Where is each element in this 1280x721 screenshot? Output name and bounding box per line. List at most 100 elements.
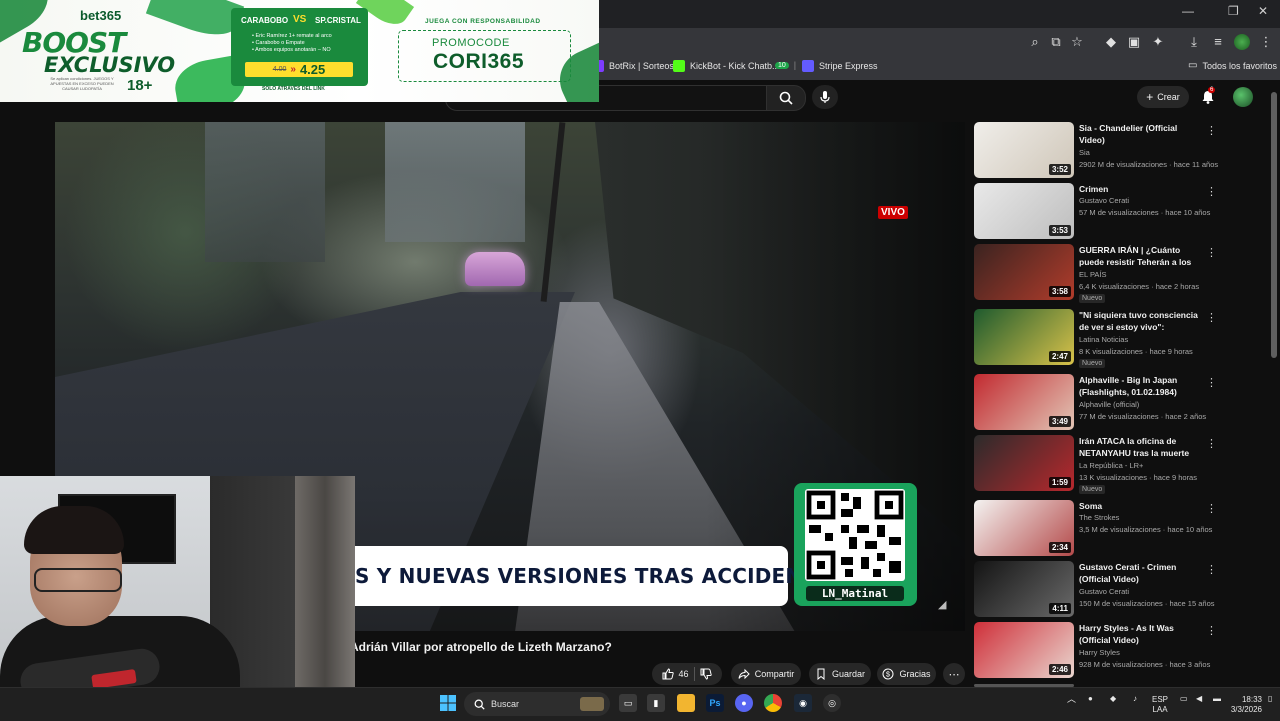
related-video-item[interactable]: 2:46 Harry Styles - As It Was (Official V… bbox=[974, 622, 1224, 680]
video-menu-icon[interactable]: ⋮ bbox=[1206, 311, 1217, 324]
related-video-item[interactable]: 2:34 Soma The Strokes 3,5 M de visualizacio… bbox=[974, 500, 1224, 558]
video-menu-icon[interactable]: ⋮ bbox=[1206, 124, 1217, 137]
taskbar-search[interactable]: Buscar bbox=[464, 692, 610, 716]
video-thumbnail[interactable]: 2:47 bbox=[974, 309, 1074, 365]
bookmark-star-icon[interactable]: ☆ bbox=[1069, 34, 1085, 50]
save-button[interactable]: Guardar bbox=[809, 663, 871, 685]
related-video-title[interactable]: "Ni siquiera tuvo consciencia de ver si … bbox=[1079, 309, 1201, 333]
page-scrollbar[interactable] bbox=[1271, 92, 1277, 358]
bookmark-kickbot[interactable]: KickBot - Kick Chatb... bbox=[673, 60, 780, 72]
plus-icon: + bbox=[1146, 90, 1154, 104]
like-button[interactable]: 46 bbox=[662, 668, 689, 680]
related-video-channel[interactable]: EL PAÍS bbox=[1079, 270, 1107, 279]
close-window-button[interactable]: ✕ bbox=[1258, 4, 1268, 18]
task-view-icon[interactable]: ▭ bbox=[619, 694, 637, 712]
video-menu-icon[interactable]: ⋮ bbox=[1206, 502, 1217, 515]
clock[interactable]: 18:33 3/3/2026 bbox=[1228, 695, 1262, 715]
stripe-icon bbox=[802, 60, 814, 72]
profile-avatar[interactable] bbox=[1234, 34, 1250, 50]
file-explorer-icon[interactable] bbox=[677, 694, 695, 712]
video-thumbnail[interactable]: 4:11 bbox=[974, 561, 1074, 617]
related-video-item[interactable]: 3:53 Crimen Gustavo Cerati 57 M de visualiz… bbox=[974, 183, 1224, 241]
app-icon[interactable]: ▮ bbox=[647, 694, 665, 712]
related-video-channel[interactable]: Latina Noticias bbox=[1079, 335, 1128, 344]
thanks-button[interactable]: $ Gracias bbox=[877, 663, 936, 685]
battery-icon[interactable]: ▬ bbox=[1213, 694, 1221, 704]
install-icon[interactable]: ⧉ bbox=[1048, 34, 1064, 50]
thumbs-down-icon[interactable] bbox=[700, 668, 712, 680]
tray-app-icon-2[interactable]: ◆ bbox=[1110, 694, 1116, 704]
related-video-title[interactable]: Crimen bbox=[1079, 183, 1201, 195]
create-button[interactable]: + Crear bbox=[1137, 86, 1189, 108]
steam-icon[interactable]: ◉ bbox=[794, 694, 812, 712]
related-video-title[interactable]: Alphaville - Big In Japan (Flashlights, … bbox=[1079, 374, 1201, 398]
related-video-channel[interactable]: Alphaville (official) bbox=[1079, 400, 1139, 409]
volume-icon[interactable]: ◀ bbox=[1196, 694, 1202, 704]
related-video-channel[interactable]: Harry Styles bbox=[1079, 648, 1120, 657]
related-video-item[interactable]: 4:11 Gustavo Cerati - Crimen (Official Vi… bbox=[974, 561, 1224, 619]
account-avatar[interactable] bbox=[1233, 87, 1253, 107]
video-menu-icon[interactable]: ⋮ bbox=[1206, 563, 1217, 576]
video-thumbnail[interactable]: 3:53 bbox=[974, 183, 1074, 239]
related-video-item[interactable]: 3:52 Sia - Chandelier (Official Video) Sia… bbox=[974, 122, 1224, 180]
save-bookmark-icon bbox=[817, 668, 825, 680]
all-bookmarks[interactable]: ▭ Todos los favoritos bbox=[1188, 60, 1277, 71]
restore-button[interactable]: ❐ bbox=[1228, 4, 1239, 18]
extension-card-icon[interactable]: ▣ bbox=[1126, 34, 1142, 50]
video-menu-icon[interactable]: ⋮ bbox=[1206, 246, 1217, 259]
video-menu-icon[interactable]: ⋮ bbox=[1206, 437, 1217, 450]
related-video-channel[interactable]: Gustavo Cerati bbox=[1079, 587, 1129, 596]
bookmark-badge[interactable]: 10 | bbox=[775, 60, 796, 70]
related-video-channel[interactable]: The Strokes bbox=[1079, 513, 1119, 522]
browser-menu-icon[interactable]: ⋮ bbox=[1258, 34, 1274, 50]
puzzle-icon[interactable]: ✦ bbox=[1150, 34, 1166, 50]
notifications-tray-icon[interactable]: ▯ bbox=[1268, 694, 1272, 704]
minimize-button[interactable]: — bbox=[1182, 4, 1194, 18]
related-video-item[interactable]: 1:59 Irán ATACA la oficina de NETANYAHU t… bbox=[974, 435, 1224, 494]
extension-shield-icon[interactable]: ◆ bbox=[1103, 34, 1119, 50]
obs-icon[interactable]: ◎ bbox=[823, 694, 841, 712]
related-video-title[interactable]: Sia - Chandelier (Official Video) bbox=[1079, 122, 1201, 146]
video-menu-icon[interactable]: ⋮ bbox=[1206, 185, 1217, 198]
zoom-icon[interactable]: ⌕ bbox=[1027, 34, 1043, 50]
chrome-icon[interactable] bbox=[764, 694, 782, 712]
tray-app-icon-1[interactable]: ● bbox=[1088, 694, 1093, 704]
related-video-title[interactable]: GUERRA IRÁN | ¿Cuánto puede resistir Teh… bbox=[1079, 244, 1201, 268]
video-thumbnail[interactable]: 2:46 bbox=[974, 622, 1074, 678]
search-button[interactable] bbox=[766, 85, 806, 111]
related-video-title[interactable]: Irán ATACA la oficina de NETANYAHU tras … bbox=[1079, 435, 1201, 459]
more-actions-button[interactable]: ⋯ bbox=[943, 663, 965, 685]
tray-mic-icon[interactable]: ♪ bbox=[1133, 694, 1137, 704]
related-video-item[interactable]: 3:58 GUERRA IRÁN | ¿Cuánto puede resistir… bbox=[974, 244, 1224, 303]
ad-disclaimer: Se aplican condiciones. JUEGOS Y APUESTA… bbox=[50, 76, 114, 91]
bookmark-stripe[interactable]: Stripe Express bbox=[802, 60, 878, 72]
related-video-channel[interactable]: La República - LR+ bbox=[1079, 461, 1143, 470]
video-thumbnail[interactable]: 2:34 bbox=[974, 500, 1074, 556]
related-video-title[interactable]: Soma bbox=[1079, 500, 1201, 512]
voice-search-button[interactable] bbox=[812, 85, 838, 109]
video-menu-icon[interactable]: ⋮ bbox=[1206, 624, 1217, 637]
related-video-item[interactable]: 3:49 Alphaville - Big In Japan (Flashligh… bbox=[974, 374, 1224, 432]
new-badge: Nuevo bbox=[1079, 485, 1106, 494]
related-video-channel[interactable]: Sia bbox=[1079, 148, 1090, 157]
input-language[interactable]: ESP LAA bbox=[1152, 695, 1168, 715]
video-thumbnail[interactable]: 3:52 bbox=[974, 122, 1074, 178]
share-button[interactable]: Compartir bbox=[731, 663, 801, 685]
video-menu-icon[interactable]: ⋮ bbox=[1206, 376, 1217, 389]
related-video-item[interactable]: 2:47 "Ni siquiera tuvo consciencia de ver… bbox=[974, 309, 1224, 368]
media-icon[interactable]: ≡ bbox=[1210, 34, 1226, 50]
related-video-title[interactable]: Gustavo Cerati - Crimen (Official Video) bbox=[1079, 561, 1201, 585]
discord-icon[interactable]: ● bbox=[735, 694, 753, 712]
download-icon[interactable]: ⤓ bbox=[1186, 34, 1202, 50]
windows-start-icon[interactable] bbox=[440, 695, 456, 711]
expand-icon[interactable]: ◢ bbox=[938, 598, 950, 611]
related-video-channel[interactable]: Gustavo Cerati bbox=[1079, 196, 1129, 205]
related-video-title[interactable]: Harry Styles - As It Was (Official Video… bbox=[1079, 622, 1201, 646]
tray-chevron-icon[interactable]: ︿ bbox=[1067, 694, 1076, 704]
network-icon[interactable]: ▭ bbox=[1180, 694, 1188, 704]
photoshop-icon[interactable]: Ps bbox=[706, 694, 724, 712]
bookmark-botrix[interactable]: BotRix | Sorteos bbox=[592, 60, 674, 72]
video-thumbnail[interactable]: 3:49 bbox=[974, 374, 1074, 430]
video-thumbnail[interactable]: 1:59 bbox=[974, 435, 1074, 491]
video-thumbnail[interactable]: 3:58 bbox=[974, 244, 1074, 300]
